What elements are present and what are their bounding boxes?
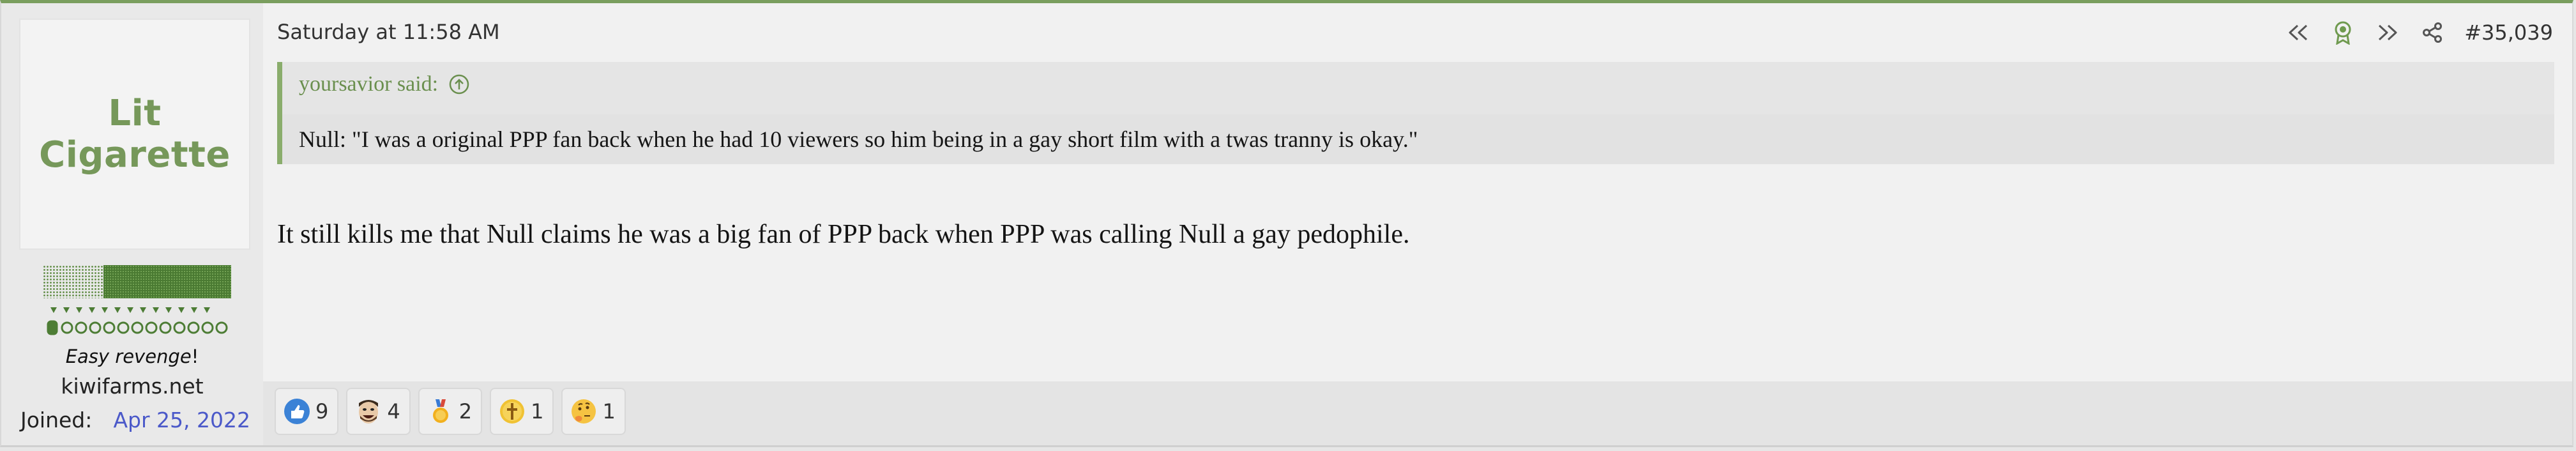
user-site: kiwifarms.net (61, 374, 204, 399)
user-column: Lit Cigarette Easy revenge! kiwifarms.ne… (1, 3, 263, 445)
cross-coin-icon (500, 399, 525, 424)
jump-to-quote-icon[interactable] (448, 73, 470, 95)
medal-icon (432, 399, 448, 423)
quote-header: yoursavior said: (299, 72, 470, 96)
reaction-laughing-face[interactable]: 4 (346, 388, 411, 435)
quote-author[interactable]: yoursavior said: (299, 72, 438, 96)
user-title: Easy revenge! (1, 346, 263, 367)
thinking-face-icon (572, 399, 596, 424)
reaction-count: 2 (458, 399, 473, 424)
post-number[interactable]: #35,039 (2464, 20, 2553, 45)
laughing-face-icon (359, 400, 379, 424)
reaction-count: 9 (315, 399, 329, 424)
share-icon[interactable] (2420, 20, 2445, 45)
user-banner-image (43, 265, 231, 335)
joined-label: Joined: (20, 408, 93, 432)
avatar[interactable]: Lit Cigarette (19, 19, 250, 250)
joined-date: Apr 25, 2022 (113, 408, 250, 432)
avatar-text: Lit Cigarette (39, 93, 231, 176)
user-title-suffix: ! (191, 346, 199, 367)
reaction-thumbs-up[interactable]: 9 (275, 388, 339, 435)
forum-post: Lit Cigarette Easy revenge! kiwifarms.ne… (0, 0, 2573, 447)
reaction-count: 1 (531, 399, 544, 424)
post-actions: #35,039 (2285, 20, 2553, 45)
reactions-bar: 9 4 2 1 1 (263, 381, 2572, 445)
post-body: It still kills me that Null claims he wa… (277, 220, 1410, 249)
thumbs-up-icon (284, 399, 310, 424)
user-title-text: Easy revenge (65, 346, 192, 367)
post-date[interactable]: Saturday at 11:58 AM (277, 20, 500, 44)
reaction-medal[interactable]: 2 (418, 388, 483, 435)
quote-text: Null: "I was a original PPP fan back whe… (282, 114, 2554, 164)
award-ribbon-icon[interactable] (2330, 20, 2356, 45)
reaction-thinking-face[interactable]: 1 (561, 388, 626, 435)
reactions-list: 9 4 2 1 1 (275, 388, 626, 435)
first-unread-icon[interactable] (2285, 20, 2311, 45)
reaction-count: 4 (387, 399, 400, 424)
post-main: Saturday at 11:58 AM #35,039 yoursavior … (263, 3, 2572, 445)
reaction-cross-coin[interactable]: 1 (490, 388, 554, 435)
reaction-count: 1 (602, 399, 616, 424)
fast-forward-icon[interactable] (2375, 20, 2400, 45)
quote-block: yoursavior said: Null: "I was a original… (277, 62, 2554, 164)
